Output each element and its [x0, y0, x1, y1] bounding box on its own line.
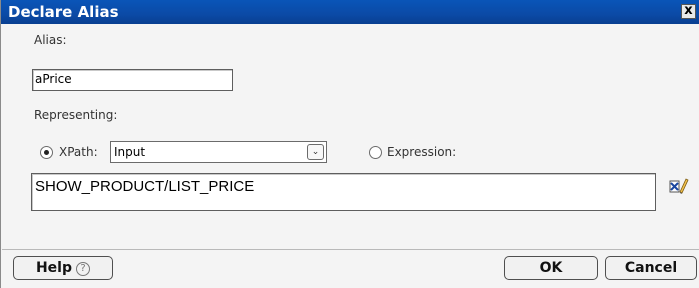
alias-input[interactable]: aPrice: [32, 69, 233, 91]
footer-separator: [2, 249, 699, 250]
expression-textarea[interactable]: SHOW_PRODUCT/LIST_PRICE: [31, 173, 656, 211]
expression-textarea-value: SHOW_PRODUCT/LIST_PRICE: [35, 178, 255, 195]
help-circle-icon: ?: [76, 262, 91, 276]
representing-label: Representing:: [34, 108, 118, 122]
alias-label: Alias:: [34, 33, 67, 47]
alias-input-value: aPrice: [35, 72, 72, 86]
ok-button[interactable]: OK: [504, 256, 598, 280]
title-bar[interactable]: Declare Alias x: [1, 0, 699, 24]
dialog-title: Declare Alias: [8, 3, 119, 21]
xpath-select[interactable]: Input ⌄: [110, 141, 327, 163]
xpath-editor-icon[interactable]: [669, 176, 689, 196]
expression-radio[interactable]: [369, 146, 382, 159]
xpath-label: XPath:: [59, 145, 98, 159]
help-button-label: Help: [35, 260, 73, 276]
cancel-button[interactable]: Cancel: [605, 256, 697, 280]
close-button[interactable]: x: [681, 4, 696, 19]
help-button[interactable]: Help?: [13, 256, 113, 280]
expression-label: Expression:: [387, 145, 457, 159]
chevron-down-icon[interactable]: ⌄: [307, 144, 324, 160]
declare-alias-dialog: Declare Alias x Alias: aPrice Representi…: [0, 0, 699, 288]
xpath-select-value: Input: [114, 145, 146, 159]
xpath-radio[interactable]: [40, 146, 53, 159]
